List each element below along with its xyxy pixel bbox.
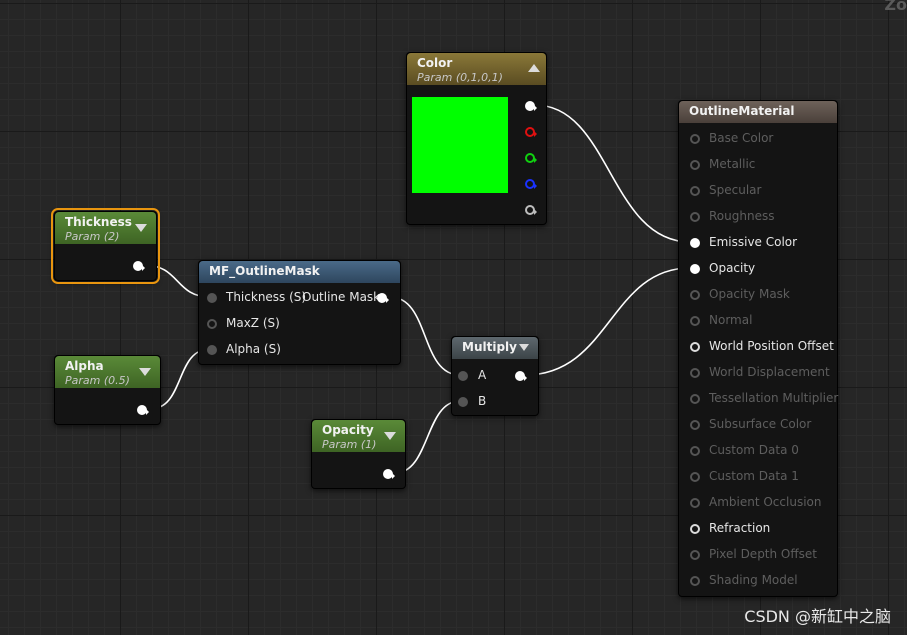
collapse-arrow-icon[interactable]	[528, 64, 540, 72]
material-input-pin[interactable]	[690, 186, 700, 196]
color-blue-output-pin[interactable]	[525, 179, 537, 189]
material-input-pin[interactable]	[690, 264, 700, 274]
multiply-header[interactable]: Multiply	[452, 337, 538, 359]
color-alpha-output-pin[interactable]	[525, 205, 537, 215]
material-input-pin[interactable]	[690, 498, 700, 508]
material-input-label: Metallic	[709, 157, 756, 171]
opacity-node-subtitle: Param (1)	[322, 438, 377, 451]
alpha-node-header[interactable]: Alpha Param (0.5)	[55, 356, 160, 388]
thickness-input-label: Thickness (S)	[226, 290, 307, 304]
outline-mask-output-label: Outline Mask	[302, 290, 381, 304]
opacity-node-header[interactable]: Opacity Param (1)	[312, 420, 405, 452]
collapse-arrow-icon[interactable]	[519, 344, 529, 351]
multiply-a-label: A	[478, 368, 487, 382]
material-title: OutlineMaterial	[689, 104, 795, 118]
thickness-node-subtitle: Param (2)	[65, 230, 120, 243]
color-param-node[interactable]: Color Param (0,1,0,1)	[406, 52, 547, 225]
material-input-label: Roughness	[709, 209, 775, 223]
color-green-output-pin[interactable]	[525, 153, 537, 163]
material-input-pin[interactable]	[690, 550, 700, 560]
material-input-label: Emissive Color	[709, 235, 798, 249]
alpha-node-subtitle: Param (0.5)	[65, 374, 130, 387]
outline-mask-header[interactable]: MF_OutlineMask	[199, 261, 400, 283]
material-input-pin[interactable]	[690, 134, 700, 144]
material-input-label: Normal	[709, 313, 753, 327]
outline-material-node[interactable]: OutlineMaterial Base Color Metallic Specul…	[678, 100, 838, 597]
thickness-node-header[interactable]: Thickness Param (2)	[55, 212, 156, 244]
outline-mask-output-pin[interactable]	[377, 293, 389, 303]
maxz-input-label: MaxZ (S)	[226, 316, 280, 330]
opacity-param-node[interactable]: Opacity Param (1)	[311, 419, 406, 489]
color-swatch	[412, 97, 508, 193]
collapse-arrow-icon[interactable]	[139, 368, 151, 376]
material-input-label: Subsurface Color	[709, 417, 812, 431]
thickness-node-title: Thickness	[65, 215, 132, 229]
outline-mask-function-node[interactable]: MF_OutlineMask Thickness (S) MaxZ (S) Al…	[198, 260, 401, 365]
material-input-label: Tessellation Multiplier	[709, 391, 839, 405]
alpha-input-pin[interactable]	[207, 345, 217, 355]
material-input-label: Specular	[709, 183, 762, 197]
multiply-node[interactable]: Multiply A B	[451, 336, 539, 416]
multiply-b-input-pin[interactable]	[458, 397, 468, 407]
material-input-pin[interactable]	[690, 290, 700, 300]
alpha-node-title: Alpha	[65, 359, 104, 373]
material-input-label: Refraction	[709, 521, 771, 535]
material-input-label: Pixel Depth Offset	[709, 547, 817, 561]
material-input-label: Ambient Occlusion	[709, 495, 822, 509]
multiply-a-input-pin[interactable]	[458, 371, 468, 381]
material-input-pin[interactable]	[690, 160, 700, 170]
material-input-label: Opacity Mask	[709, 287, 790, 301]
material-input-pin[interactable]	[690, 472, 700, 482]
color-red-output-pin[interactable]	[525, 127, 537, 137]
color-node-title: Color	[417, 56, 453, 70]
material-input-pin[interactable]	[690, 212, 700, 222]
multiply-b-label: B	[478, 394, 487, 408]
collapse-arrow-icon[interactable]	[135, 224, 147, 232]
material-input-label: Opacity	[709, 261, 756, 275]
wire-multiply-to-opacity	[524, 267, 691, 376]
watermark-text: CSDN @新缸中之脑	[744, 607, 891, 626]
opacity-output-pin[interactable]	[383, 469, 395, 479]
color-node-header[interactable]: Color Param (0,1,0,1)	[407, 53, 546, 85]
collapse-arrow-icon[interactable]	[384, 432, 396, 440]
maxz-input-pin[interactable]	[207, 319, 217, 329]
material-input-label: Custom Data 0	[709, 443, 799, 457]
color-rgb-output-pin[interactable]	[525, 101, 537, 111]
material-input-pin[interactable]	[690, 524, 700, 534]
alpha-input-label: Alpha (S)	[226, 342, 281, 356]
thickness-output-pin[interactable]	[133, 261, 145, 271]
material-input-pin[interactable]	[690, 394, 700, 404]
material-input-pin[interactable]	[690, 316, 700, 326]
material-input-label: Shading Model	[709, 573, 798, 587]
material-input-pin[interactable]	[690, 238, 700, 248]
multiply-output-pin[interactable]	[515, 371, 527, 381]
material-input-pin[interactable]	[690, 420, 700, 430]
material-input-pin[interactable]	[690, 446, 700, 456]
alpha-param-node[interactable]: Alpha Param (0.5)	[54, 355, 161, 425]
thickness-input-pin[interactable]	[207, 293, 217, 303]
material-input-pin[interactable]	[690, 342, 700, 352]
thickness-param-node[interactable]: Thickness Param (2)	[51, 208, 160, 284]
alpha-output-pin[interactable]	[137, 405, 149, 415]
material-input-label: Base Color	[709, 131, 774, 145]
material-input-label: World Position Offset	[709, 339, 834, 353]
wire-color-to-emissive	[534, 104, 691, 243]
color-node-subtitle: Param (0,1,0,1)	[417, 71, 503, 84]
material-input-label: World Displacement	[709, 365, 830, 379]
material-input-pin[interactable]	[690, 368, 700, 378]
outline-mask-title: MF_OutlineMask	[209, 264, 320, 278]
material-input-pin[interactable]	[690, 576, 700, 586]
material-input-label: Custom Data 1	[709, 469, 799, 483]
material-header[interactable]: OutlineMaterial	[679, 101, 837, 123]
